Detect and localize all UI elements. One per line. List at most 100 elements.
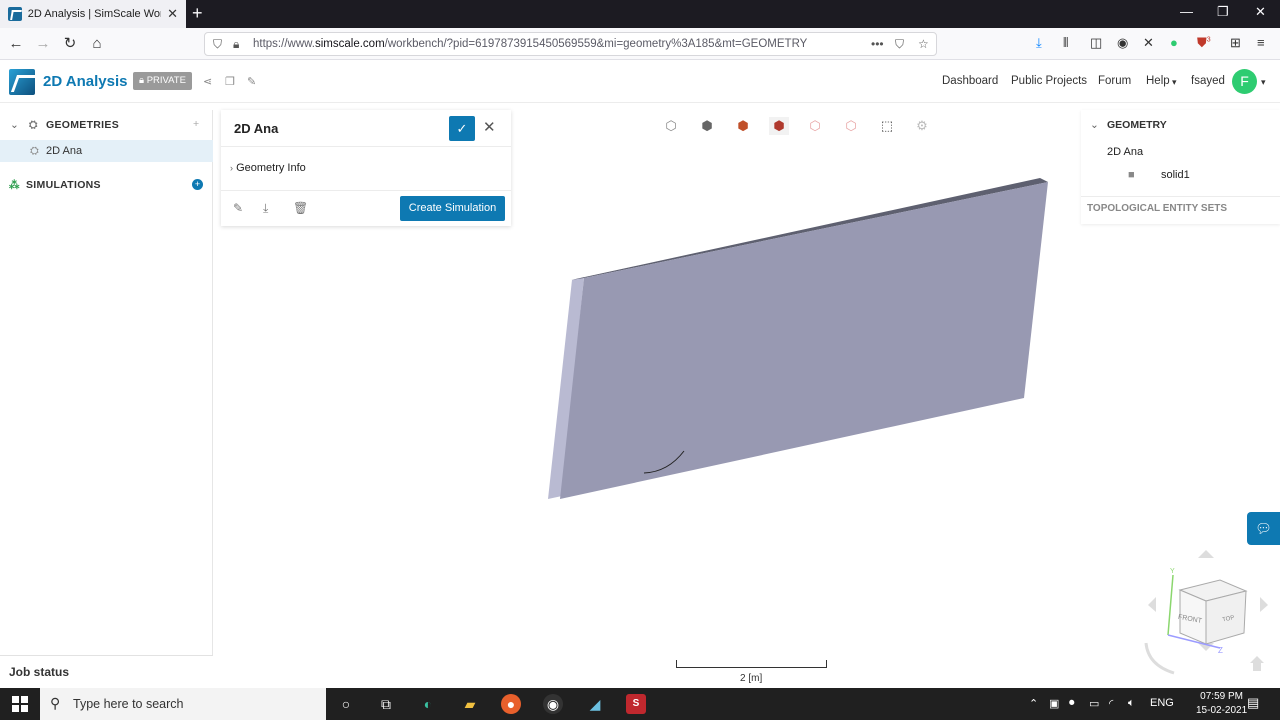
view-wireframe-cube-icon[interactable]: ⬡ <box>661 117 681 135</box>
tray-chevron-up-icon[interactable]: ⌃ <box>1029 697 1038 710</box>
job-status-bar[interactable]: Job status <box>0 655 213 688</box>
notifications-icon[interactable]: ▤ <box>1247 695 1259 711</box>
edge-icon[interactable]: ◐ <box>418 694 438 714</box>
language-indicator[interactable]: ENG <box>1150 697 1174 709</box>
tray-device-icon[interactable]: ▣ <box>1049 697 1059 710</box>
box-select-icon[interactable]: ⬚ <box>877 117 897 135</box>
avatar[interactable]: F <box>1232 69 1257 94</box>
clock-time: 07:59 PM <box>1200 691 1243 702</box>
grammarly-icon[interactable]: ● <box>1170 35 1178 50</box>
rotate-up-icon[interactable] <box>1198 550 1214 558</box>
download-icon[interactable]: ⤓ <box>263 201 268 216</box>
simulations-icon: ⁂ <box>9 179 20 191</box>
app-icon[interactable]: ◢ <box>585 694 605 714</box>
geometry-header[interactable]: GEOMETRY <box>1107 119 1167 131</box>
home-icon[interactable]: ⌂ <box>87 34 107 54</box>
battery-icon[interactable]: ▭ <box>1089 697 1099 710</box>
add-geometry-icon[interactable]: + <box>193 118 199 130</box>
nav-dashboard[interactable]: Dashboard <box>942 75 998 87</box>
chevron-right-icon: › <box>230 163 233 173</box>
topological-sets-header[interactable]: TOPOLOGICAL ENTITY SETS <box>1087 203 1227 214</box>
copy-icon[interactable]: ❐ <box>225 75 235 88</box>
lock-icon[interactable]: 🔒︎ <box>233 37 239 52</box>
app-header: 2D Analysis 🔒︎ PRIVATE ⋖ ❐ ✎ Dashboard P… <box>0 61 1280 103</box>
create-simulation-button[interactable]: Create Simulation <box>400 196 505 221</box>
downloads-icon[interactable]: ⤓ <box>1036 35 1042 51</box>
rotate-right-icon[interactable] <box>1260 597 1268 612</box>
obs-icon[interactable]: ◉ <box>543 694 563 714</box>
private-badge: 🔒︎ PRIVATE <box>133 72 192 90</box>
username[interactable]: fsayed <box>1191 75 1225 87</box>
geometry-card-title[interactable]: 2D Ana <box>234 121 278 136</box>
restore-icon[interactable]: ❐ <box>1217 4 1229 20</box>
extensions-icon[interactable]: ⊞ <box>1230 35 1241 51</box>
home-view-icon[interactable] <box>1250 656 1264 671</box>
shield-icon[interactable]: ⛉ <box>213 37 222 52</box>
confirm-check-button[interactable]: ✓ <box>449 116 475 141</box>
menu-icon[interactable]: ≡ <box>1257 35 1265 50</box>
pocket-icon[interactable]: ⛉ <box>895 37 904 52</box>
select-face-icon[interactable]: ⬡ <box>841 117 861 135</box>
browser-tab-bar: 2D Analysis | SimScale Workbe ✕ + — ❐ ✕ <box>0 0 1280 28</box>
view-solid-edges-cube-icon[interactable]: ⬢ <box>769 117 789 135</box>
project-name[interactable]: 2D Analysis <box>43 73 128 90</box>
delete-icon[interactable]: 🗑︎ <box>293 201 308 215</box>
minimize-icon[interactable]: — <box>1180 4 1193 19</box>
user-chevron-down-icon[interactable]: ▾ <box>1261 77 1266 88</box>
add-simulation-icon[interactable]: + <box>192 179 203 190</box>
close-window-icon[interactable]: ✕ <box>1255 4 1266 20</box>
back-icon[interactable]: ← <box>6 34 26 54</box>
taskbar-search[interactable]: ⚲ Type here to search <box>40 688 326 720</box>
close-tab-icon[interactable]: ✕ <box>167 6 178 22</box>
y-axis-line <box>1167 574 1174 636</box>
navigation-cube[interactable]: FRONT TOP Y Z <box>1140 545 1275 680</box>
collapse-chevron-icon[interactable]: ⌄ <box>10 119 19 131</box>
firefox-icon[interactable]: ● <box>501 694 521 714</box>
cortana-icon[interactable]: ○ <box>336 694 356 714</box>
edit-project-icon[interactable]: ✎ <box>247 75 256 88</box>
geometry-item-label[interactable]: 2D Ana <box>46 145 82 157</box>
collapse-chevron-icon[interactable]: ⌄ <box>1090 119 1099 131</box>
settings-icon[interactable]: ⚙ <box>912 117 932 135</box>
geometry-tree-item[interactable]: 2D Ana <box>1107 146 1143 158</box>
simscale-logo-icon[interactable] <box>9 69 35 95</box>
nav-forum[interactable]: Forum <box>1098 75 1131 87</box>
geometry-info-toggle[interactable]: › Geometry Info <box>230 162 306 174</box>
file-explorer-icon[interactable]: ▰ <box>460 694 480 714</box>
simulations-header[interactable]: SIMULATIONS <box>26 179 101 191</box>
nav-public-projects[interactable]: Public Projects <box>1011 75 1087 87</box>
forward-icon[interactable]: → <box>33 34 53 54</box>
microphone-icon[interactable]: ⏺ <box>1069 697 1075 710</box>
url-bar[interactable]: ⛉ 🔒︎ https://www.simscale.com/workbench/… <box>204 32 937 56</box>
select-volume-icon[interactable]: ⬡ <box>805 117 825 135</box>
solid-tree-item[interactable]: solid1 <box>1161 169 1190 181</box>
view-solid-cube-icon[interactable]: ⬢ <box>697 117 717 135</box>
network-icon[interactable]: ◜ <box>1109 697 1113 710</box>
browser-tab[interactable]: 2D Analysis | SimScale Workbe ✕ <box>0 0 186 28</box>
chat-icon[interactable]: 💬︎ <box>1247 512 1280 545</box>
edit-icon[interactable]: ✎ <box>233 201 243 215</box>
reload-icon[interactable]: ↻ <box>60 34 80 54</box>
geometries-header[interactable]: GEOMETRIES <box>46 119 119 131</box>
library-icon[interactable]: ⫴ <box>1063 35 1068 51</box>
x-extension-icon[interactable]: ✕ <box>1143 35 1154 51</box>
geometry-viewport[interactable] <box>540 170 1060 510</box>
task-view-icon[interactable]: ⧉ <box>376 694 396 714</box>
share-icon[interactable]: ⋖ <box>203 75 212 88</box>
rotate-ccw-icon[interactable] <box>1144 642 1175 675</box>
bookmark-star-icon[interactable]: ☆ <box>918 37 929 51</box>
view-edges-cube-icon[interactable]: ⬢ <box>733 117 753 135</box>
solidworks-icon[interactable]: S <box>626 694 646 714</box>
account-icon[interactable]: ◉ <box>1117 35 1128 51</box>
ublock-icon[interactable]: ⛊3 <box>1197 35 1211 51</box>
close-card-icon[interactable]: ✕ <box>483 118 496 136</box>
new-tab-icon[interactable]: + <box>192 3 203 24</box>
page-actions-icon[interactable]: ••• <box>871 37 884 51</box>
taskbar-clock[interactable]: 07:59 PM 15-02-2021 <box>1196 690 1247 718</box>
rotate-left-icon[interactable] <box>1148 597 1156 612</box>
windows-start-icon[interactable] <box>12 696 28 712</box>
help-chevron-down-icon[interactable]: ▾ <box>1172 77 1177 88</box>
sidebar-icon[interactable]: ◫ <box>1090 35 1102 51</box>
nav-help[interactable]: Help <box>1146 75 1170 87</box>
volume-icon[interactable]: 🔈︎ <box>1128 697 1135 710</box>
